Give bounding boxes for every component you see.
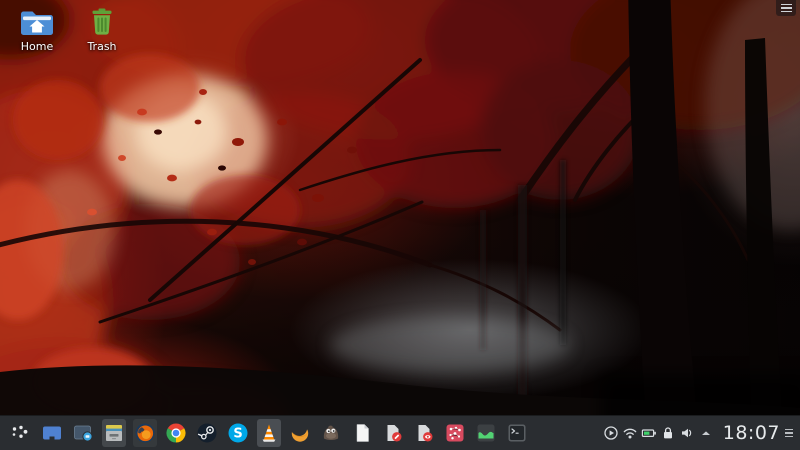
document-editor-icon[interactable]: [381, 419, 405, 447]
dolphin-file-manager-icon[interactable]: [102, 419, 126, 447]
clementine-icon[interactable]: [288, 419, 312, 447]
red-dots-app-icon[interactable]: [443, 419, 467, 447]
expand-tray-icon[interactable]: [698, 425, 714, 441]
battery-icon[interactable]: [641, 425, 657, 441]
volume-icon[interactable]: [679, 425, 695, 441]
trash-label: Trash: [87, 40, 116, 53]
steam-icon[interactable]: [195, 419, 219, 447]
desktop: Home Trash: [0, 0, 800, 450]
system-monitor-icon[interactable]: [474, 419, 498, 447]
desktop-toolbox-menu-icon[interactable]: [776, 0, 796, 16]
home-folder-icon: [19, 7, 55, 37]
application-launcher-icon[interactable]: [9, 419, 33, 447]
svg-text:S: S: [233, 427, 242, 442]
panel-clock[interactable]: 18:07: [723, 422, 780, 444]
wifi-icon[interactable]: [622, 425, 638, 441]
desktop-icon-home[interactable]: Home: [8, 7, 66, 53]
document-viewer-icon[interactable]: [412, 419, 436, 447]
gimp-icon[interactable]: [319, 419, 343, 447]
window-badge-icon[interactable]: [71, 419, 95, 447]
chrome-icon[interactable]: [164, 419, 188, 447]
skype-icon[interactable]: S: [226, 419, 250, 447]
firefox-icon[interactable]: [133, 419, 157, 447]
text-document-icon[interactable]: [350, 419, 374, 447]
media-play-circle-icon[interactable]: [603, 425, 619, 441]
home-label: Home: [21, 40, 53, 53]
vlc-icon[interactable]: [257, 419, 281, 447]
monitor-icon[interactable]: [40, 419, 64, 447]
konsole-terminal-icon[interactable]: [505, 419, 529, 447]
wallpaper-forest-art: [0, 0, 800, 450]
trash-can-icon: [87, 7, 117, 37]
panel-toolbox-icon[interactable]: [785, 429, 793, 437]
desktop-icon-trash[interactable]: Trash: [73, 7, 131, 53]
lock-icon[interactable]: [660, 425, 676, 441]
taskbar-panel: S: [0, 415, 800, 450]
